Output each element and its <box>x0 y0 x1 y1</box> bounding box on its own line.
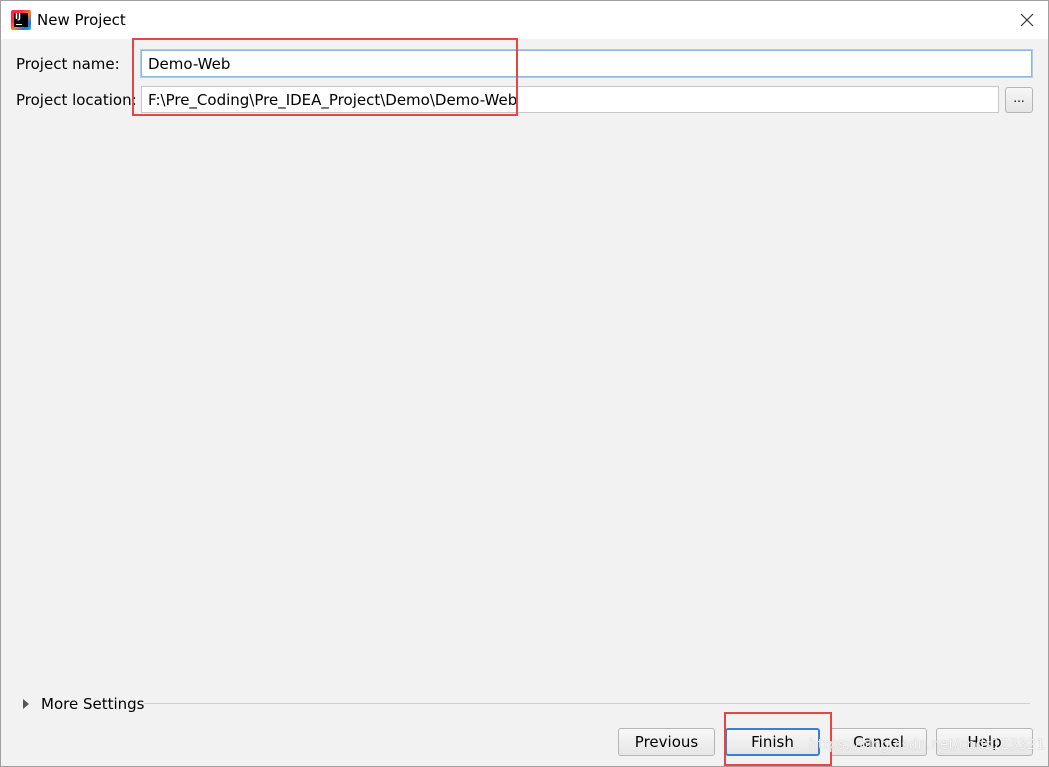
project-location-label: Project location: <box>16 91 137 109</box>
browse-location-button[interactable]: ... <box>1005 87 1033 113</box>
help-button[interactable]: Help <box>936 728 1033 756</box>
more-settings-toggle[interactable]: More Settings <box>23 694 144 714</box>
project-name-label: Project name: <box>16 55 120 73</box>
finish-button[interactable]: Finish <box>725 728 820 756</box>
window-title: New Project <box>37 11 126 29</box>
cancel-button[interactable]: Cancel <box>830 728 927 756</box>
project-location-input[interactable] <box>141 86 999 113</box>
title-bar: IJ New Project <box>1 1 1048 39</box>
intellij-idea-icon: IJ <box>11 10 31 30</box>
more-settings-label: More Settings <box>41 695 145 713</box>
divider <box>144 703 1030 704</box>
close-button[interactable] <box>1014 7 1040 33</box>
project-name-input[interactable] <box>141 50 1032 77</box>
previous-button[interactable]: Previous <box>618 728 715 756</box>
close-icon <box>1020 13 1034 27</box>
new-project-dialog: IJ New Project Project name: Project loc… <box>0 0 1049 767</box>
triangle-right-icon <box>23 699 29 709</box>
